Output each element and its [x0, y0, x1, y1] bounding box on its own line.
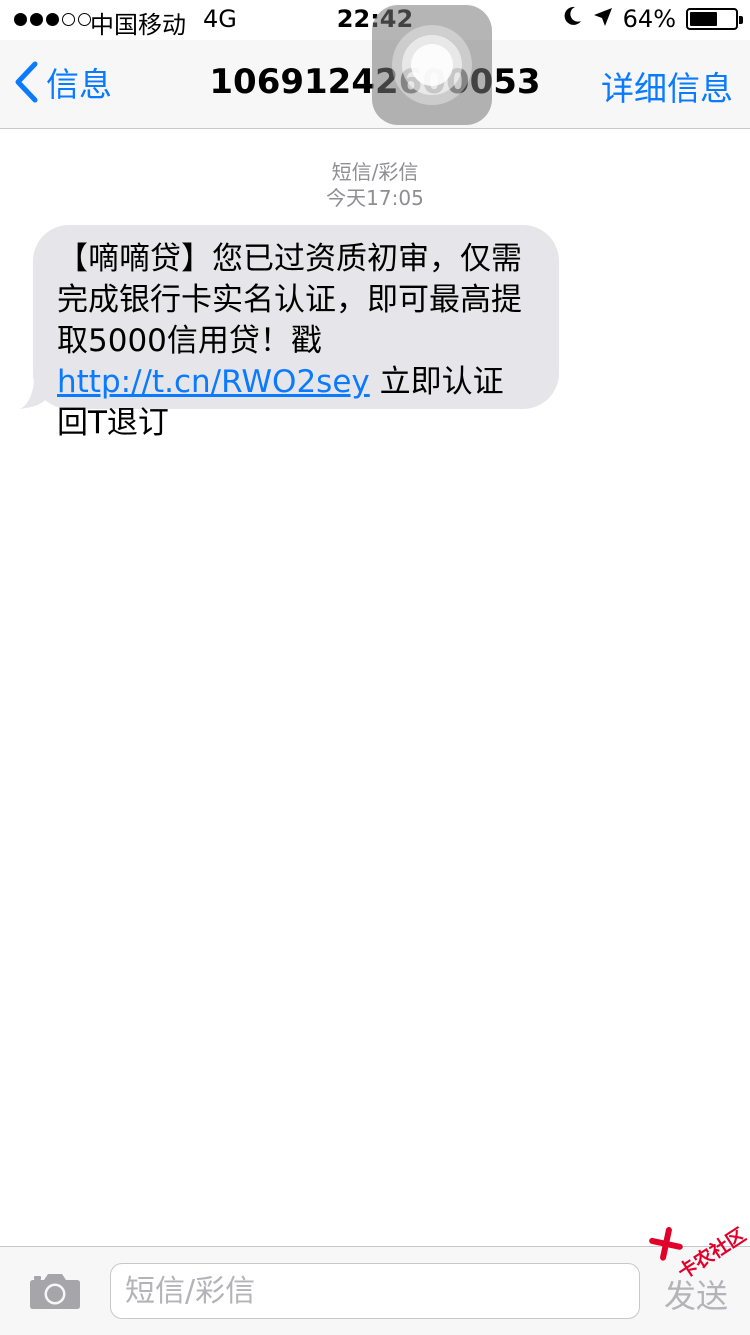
message-input[interactable] — [110, 1263, 640, 1319]
message-text: 【嘀嘀贷】您已过资质初审，仅需完成银行卡实名认证，即可最高提取5000信用贷！戳 — [57, 241, 522, 359]
battery-icon — [686, 8, 743, 30]
received-message-bubble[interactable]: 【嘀嘀贷】您已过资质初审，仅需完成银行卡实名认证，即可最高提取5000信用贷！戳… — [33, 225, 559, 441]
moon-icon — [563, 5, 583, 33]
camera-icon[interactable] — [29, 1272, 81, 1314]
battery-percent: 64% — [622, 5, 676, 33]
location-arrow-icon — [593, 5, 613, 33]
assistive-touch-button[interactable] — [372, 5, 492, 125]
message-type-label: 短信/彩信 — [331, 160, 419, 184]
message-link[interactable]: http://t.cn/RWO2sey — [57, 364, 370, 400]
message-input-bar: 发送 — [0, 1246, 750, 1335]
details-button[interactable]: 详细信息 — [601, 62, 733, 110]
message-timestamp: 今天17:05 — [326, 186, 424, 210]
